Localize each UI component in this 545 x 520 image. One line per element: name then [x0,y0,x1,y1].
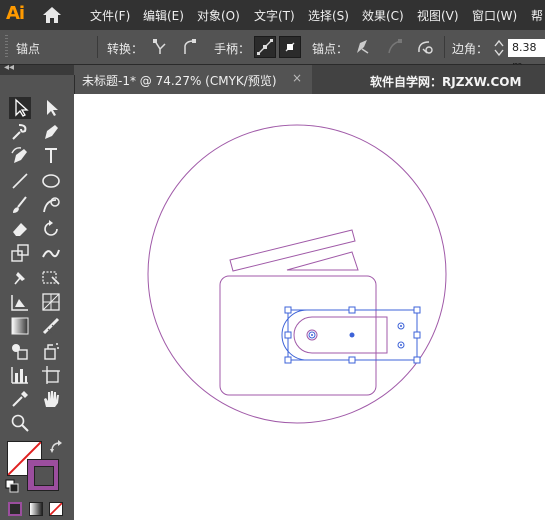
mesh-tool-icon[interactable] [40,315,62,337]
corner-stepper-icon[interactable] [493,38,505,58]
show-handles-button[interactable] [254,36,276,58]
convert-corner-icon[interactable] [150,37,170,57]
divider [97,36,98,58]
magic-wand-tool-icon[interactable] [9,121,31,143]
control-bar-grip[interactable] [5,35,8,59]
selection-tool-icon[interactable] [9,97,31,119]
menu-window[interactable]: 窗口(W) [472,7,517,24]
zoom-tool-icon[interactable] [9,412,31,434]
default-colors-icon[interactable] [5,479,19,493]
convert-label: 转换： [107,42,144,56]
connect-anchors-icon[interactable] [385,37,405,57]
scale-tool-icon[interactable] [9,242,31,264]
eyedropper-tool-icon[interactable] [9,388,31,410]
stroke-swatch[interactable] [27,459,59,491]
divider [444,36,445,58]
menu-type[interactable]: 文字(T) [254,7,295,24]
artwork [147,124,447,424]
convert-smooth-icon[interactable] [180,37,200,57]
anchors-label: 锚点： [312,42,349,56]
toolbox [0,75,75,520]
hand-tool-icon[interactable] [40,388,62,410]
line-tool-icon[interactable] [9,170,31,192]
app-logo[interactable]: Ai [6,3,25,24]
menu-view[interactable]: 视图(V) [417,7,459,24]
document-tab[interactable]: 未标题-1* @ 74.27% (CMYK/预览) × [74,65,312,94]
paintbrush-tool-icon[interactable] [9,194,31,216]
bbox-handle[interactable] [413,306,421,314]
warp-tool-icon[interactable] [40,242,62,264]
ellipse-tool-icon[interactable] [40,170,62,192]
menu-bar: Ai 文件(F) 编辑(E) 对象(O) 文字(T) 选择(S) 效果(C) 视… [0,0,545,30]
menu-object[interactable]: 对象(O) [197,7,240,24]
close-icon[interactable]: × [292,71,302,85]
swap-colors-icon[interactable] [49,439,65,455]
direct-selection-tool-icon[interactable] [40,97,62,119]
perspective-grid-tool-icon[interactable] [40,291,62,313]
anchor-label: 锚点 [16,42,41,56]
shape-builder-tool-icon[interactable] [9,291,31,313]
bbox-handle[interactable] [348,306,356,314]
bbox-handle[interactable] [348,356,356,364]
eraser-tool-icon[interactable] [9,218,31,240]
shaper-tool-icon[interactable] [40,194,62,216]
handles-show-icon [257,39,273,55]
menu-edit[interactable]: 编辑(E) [143,7,184,24]
blend-tool-icon[interactable] [9,340,31,362]
control-bar: 锚点 转换： 手柄： 锚点： 边角： 8.38 m [0,30,545,72]
handles-label: 手柄： [214,42,251,56]
corner-radius-input[interactable]: 8.38 m [508,39,545,72]
card-shape-1[interactable] [229,229,356,272]
bbox-handle[interactable] [284,331,292,339]
menu-file[interactable]: 文件(F) [90,7,130,24]
none-mode-button[interactable] [49,502,63,516]
free-transform-tool-icon[interactable] [40,267,62,289]
live-corner-widget-dot [400,344,402,346]
none-slash-icon [50,503,62,515]
bbox-handle[interactable] [413,331,421,339]
remove-anchor-icon[interactable] [352,37,372,57]
artboard-canvas[interactable] [74,94,545,520]
color-mode-button[interactable] [8,502,22,516]
document-tab-title: 未标题-1* @ 74.27% (CMYK/预览) [82,74,277,88]
menu-help[interactable]: 帮 [531,7,543,24]
toolbox-header: ◂◂ [0,62,74,75]
gradient-mode-button[interactable] [29,502,43,516]
hide-handles-button[interactable] [279,36,301,58]
bbox-handle[interactable] [284,356,292,364]
bbox-center-point[interactable] [349,332,355,338]
bbox-handle[interactable] [413,356,421,364]
column-graph-tool-icon[interactable] [9,364,31,386]
wallet-clasp[interactable] [293,316,388,354]
symbol-sprayer-tool-icon[interactable] [40,340,62,362]
gradient-tool-icon[interactable] [9,315,31,337]
watermark-text: 软件自学网：RJZXW.COM [370,75,522,89]
home-icon[interactable] [42,6,62,24]
curvature-tool-icon[interactable] [9,145,31,167]
menu-effect[interactable]: 效果(C) [362,7,404,24]
bbox-handle[interactable] [284,306,292,314]
document-tab-bar: 未标题-1* @ 74.27% (CMYK/预览) × 软件自学网：RJZXW.… [74,65,545,94]
puppet-warp-tool-icon[interactable] [9,267,31,289]
rotate-tool-icon[interactable] [40,218,62,240]
pen-tool-icon[interactable] [40,121,62,143]
live-corner-widget-dot [400,325,402,327]
handles-hide-icon [285,42,295,52]
outer-circle[interactable] [147,124,447,424]
type-tool-icon[interactable] [40,145,62,167]
cut-path-icon[interactable] [415,37,435,57]
artboard-tool-icon[interactable] [40,364,62,386]
corner-label: 边角： [452,42,489,56]
stroke-swatch-inner [34,466,54,486]
live-corner-widget-dot [311,334,313,336]
menu-select[interactable]: 选择(S) [308,7,349,24]
collapse-icon[interactable]: ◂◂ [4,62,14,73]
